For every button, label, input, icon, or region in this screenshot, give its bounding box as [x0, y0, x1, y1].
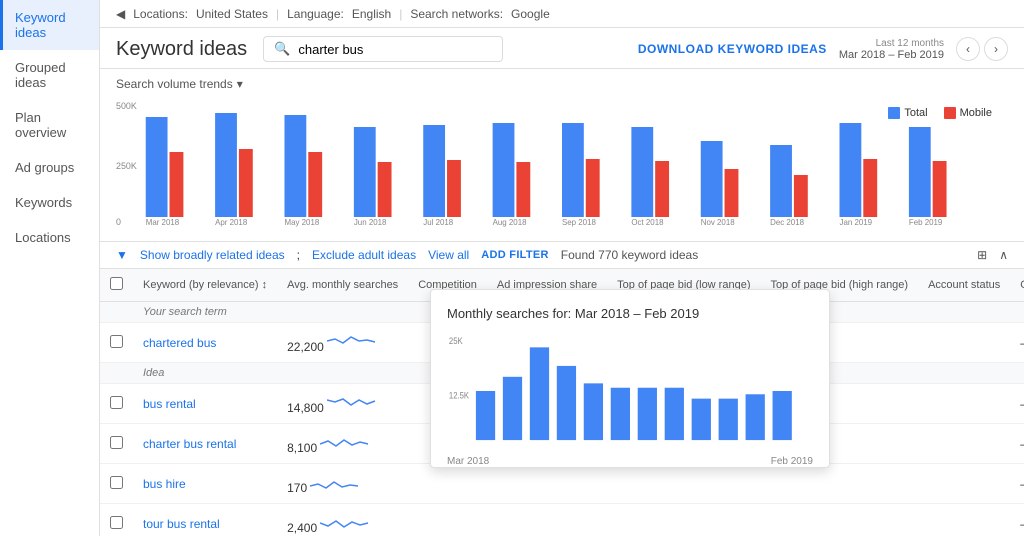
- svg-text:12.5K: 12.5K: [449, 391, 470, 401]
- svg-text:Dec 2018: Dec 2018: [770, 218, 804, 227]
- language-value: English: [352, 7, 391, 21]
- svg-text:0: 0: [116, 217, 121, 227]
- select-all-checkbox[interactable]: [110, 277, 123, 290]
- date-range: Last 12 months Mar 2018 – Feb 2019: [839, 38, 944, 61]
- expand-icon[interactable]: ∧: [999, 248, 1008, 262]
- page-header: Keyword ideas 🔍 DOWNLOAD KEYWORD IDEAS L…: [100, 28, 1024, 69]
- networks-value: Google: [511, 7, 550, 21]
- svg-text:Nov 2018: Nov 2018: [701, 218, 735, 227]
- sidebar-item-keywords[interactable]: Keywords: [0, 185, 99, 220]
- keyword-search-box[interactable]: 🔍: [263, 36, 503, 62]
- svg-text:500K: 500K: [116, 101, 137, 111]
- svg-text:Aug 2018: Aug 2018: [493, 218, 527, 227]
- tooltip-svg: 25K 12.5K: [447, 331, 813, 451]
- row-checkbox[interactable]: [110, 436, 123, 449]
- col-keyword: Keyword (by relevance) ↕: [133, 269, 277, 302]
- keyword-cell[interactable]: charter bus rental: [133, 424, 277, 464]
- back-arrow[interactable]: ◀: [116, 7, 125, 21]
- sparkline: [310, 472, 360, 492]
- view-all-link[interactable]: View all: [428, 248, 469, 262]
- sidebar-item-plan-overview[interactable]: Plan overview: [0, 100, 99, 150]
- page-title: Keyword ideas: [116, 38, 247, 61]
- tooltip-x-end: Feb 2019: [771, 456, 813, 467]
- tooltip-bar-chart: 25K 12.5K Mar 2018: [447, 331, 813, 451]
- svg-text:Jun 2018: Jun 2018: [354, 218, 387, 227]
- topbar: ◀ Locations: United States | Language: E…: [100, 0, 1024, 28]
- table-row: tour bus rental 2,400 – 62 –: [100, 504, 1024, 536]
- main-content: ◀ Locations: United States | Language: E…: [100, 0, 1024, 536]
- tooltip-x-start: Mar 2018: [447, 456, 489, 467]
- filter-bar: ▼ Show broadly related ideas ; Exclude a…: [100, 242, 1024, 269]
- search-icon: 🔍: [274, 41, 290, 57]
- svg-text:250K: 250K: [116, 161, 137, 171]
- date-prev-button[interactable]: ‹: [956, 37, 980, 61]
- keyword-cell[interactable]: tour bus rental: [133, 504, 277, 536]
- exclude-adult-link[interactable]: Exclude adult ideas: [312, 248, 416, 262]
- search-input[interactable]: [298, 42, 492, 57]
- columns-icon: ⊞: [977, 248, 987, 262]
- sidebar-item-locations[interactable]: Locations: [0, 220, 99, 255]
- monthly-search-tooltip: Monthly searches for: Mar 2018 – Feb 201…: [430, 289, 830, 468]
- svg-text:Feb 2019: Feb 2019: [909, 218, 943, 227]
- sidebar: Keyword ideas Grouped ideas Plan overvie…: [0, 0, 100, 536]
- svg-text:Oct 2018: Oct 2018: [631, 218, 664, 227]
- sort-keyword-icon[interactable]: ↕: [262, 279, 268, 291]
- sparkline: [327, 392, 377, 412]
- tooltip-title: Monthly searches for: Mar 2018 – Feb 201…: [447, 306, 813, 321]
- col-monthly: Avg. monthly searches: [277, 269, 408, 302]
- sparkline: [320, 432, 370, 452]
- show-broadly-link[interactable]: Show broadly related ideas: [140, 248, 285, 262]
- chart-section: Search volume trends ▾ Total Mobile 500K…: [100, 69, 1024, 242]
- row-checkbox[interactable]: [110, 396, 123, 409]
- svg-text:25K: 25K: [449, 337, 463, 347]
- volume-chart: Total Mobile 500K 250K 0: [116, 97, 1008, 237]
- sparkline: [327, 331, 377, 351]
- add-filter-button[interactable]: ADD FILTER: [481, 249, 549, 261]
- chevron-down-icon: ▾: [237, 77, 243, 91]
- row-checkbox[interactable]: [110, 335, 123, 348]
- sidebar-item-keyword-ideas[interactable]: Keyword ideas: [0, 0, 99, 50]
- chart-legend: Total Mobile: [888, 107, 992, 119]
- locations-value: United States: [196, 7, 268, 21]
- keyword-table-container: Keyword (by relevance) ↕ Avg. monthly se…: [100, 269, 1024, 536]
- found-text: Found 770 keyword ideas: [561, 248, 698, 262]
- svg-text:Jul 2018: Jul 2018: [423, 218, 454, 227]
- svg-text:May 2018: May 2018: [284, 218, 319, 227]
- col-account: Account status: [918, 269, 1010, 302]
- locations-label: Locations:: [133, 7, 188, 21]
- svg-text:Jan 2019: Jan 2019: [840, 218, 873, 227]
- svg-text:Mar 2018: Mar 2018: [146, 218, 180, 227]
- svg-text:Sep 2018: Sep 2018: [562, 218, 596, 227]
- keyword-cell[interactable]: chartered bus: [133, 323, 277, 363]
- download-keyword-ideas-button[interactable]: DOWNLOAD KEYWORD IDEAS: [638, 42, 827, 56]
- svg-text:Apr 2018: Apr 2018: [215, 218, 248, 227]
- table-row: bus hire 170 – 42 –: [100, 464, 1024, 504]
- filter-icon: ▼: [116, 248, 128, 262]
- bar-chart-svg: 500K 250K 0: [116, 97, 1008, 227]
- date-next-button[interactable]: ›: [984, 37, 1008, 61]
- language-label: Language:: [287, 7, 344, 21]
- chart-title-dropdown[interactable]: Search volume trends ▾: [116, 77, 1008, 91]
- columns-button[interactable]: ⊞: [977, 248, 987, 262]
- legend-total: Total: [904, 107, 927, 119]
- sidebar-item-grouped-ideas[interactable]: Grouped ideas: [0, 50, 99, 100]
- sidebar-item-ad-groups[interactable]: Ad groups: [0, 150, 99, 185]
- col-organic-pos: Organic average position: [1010, 269, 1024, 302]
- networks-label: Search networks:: [410, 7, 503, 21]
- sparkline: [320, 512, 370, 532]
- keyword-cell[interactable]: bus hire: [133, 464, 277, 504]
- row-checkbox[interactable]: [110, 476, 123, 489]
- keyword-cell[interactable]: bus rental: [133, 384, 277, 424]
- row-checkbox[interactable]: [110, 516, 123, 529]
- legend-mobile: Mobile: [960, 107, 992, 119]
